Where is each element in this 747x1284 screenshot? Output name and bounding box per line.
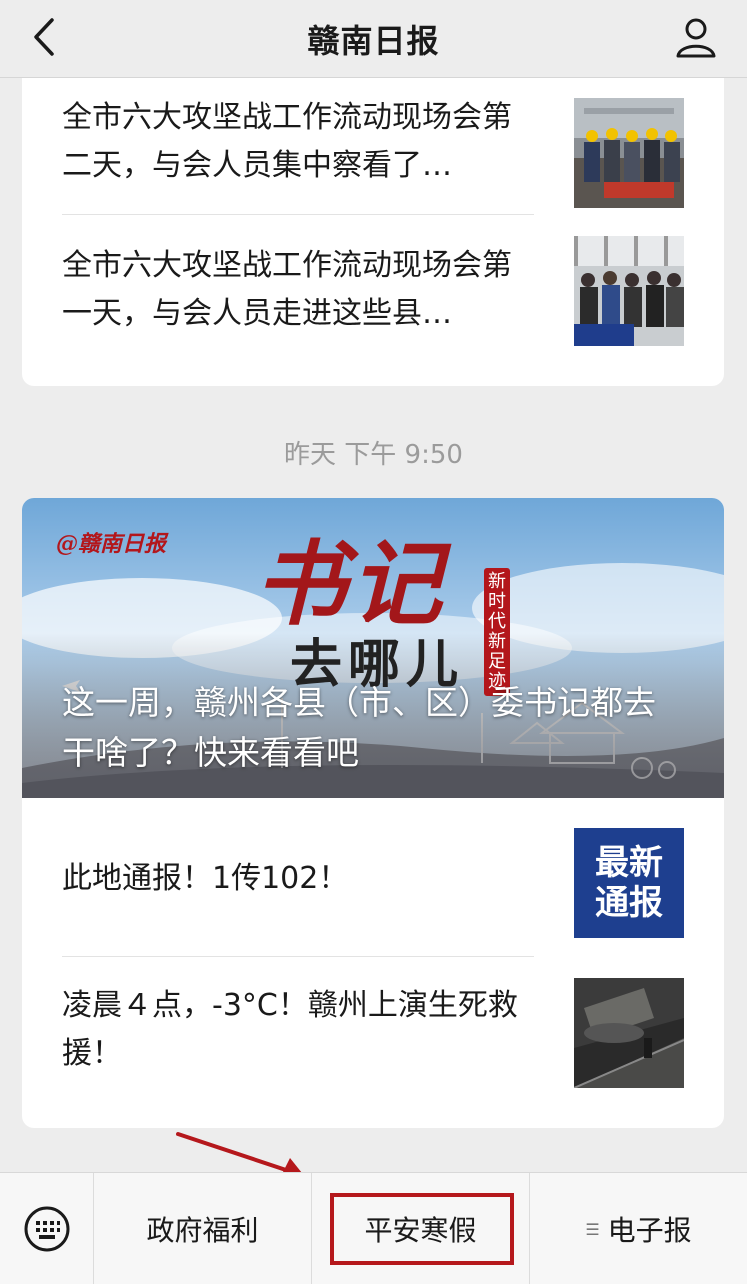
- top-nav-bar: 赣南日报: [0, 0, 747, 78]
- menu-item-government-welfare[interactable]: 政府福利: [94, 1173, 312, 1284]
- article-title: 全市六大攻坚战工作流动现场会第一天，与会人员走进这些县…: [62, 248, 512, 331]
- article-title: 凌晨４点，-3°C！赣州上演生死救援！: [62, 988, 518, 1071]
- article-thumbnail: [574, 236, 684, 346]
- article-title: 此地通报！1传102！: [62, 861, 349, 896]
- menu-item-e-newspaper[interactable]: ☰ 电子报: [530, 1173, 747, 1284]
- banner-headline: 这一周，赣州各县（市、区）委书记都去干啥了？快来看看吧: [62, 683, 656, 772]
- brand-logo: @赣南日报: [56, 531, 167, 557]
- article-thumbnail: 最新通报: [574, 828, 684, 938]
- page-title: 赣南日报: [307, 21, 440, 60]
- article-item[interactable]: 凌晨４点，-3°C！赣州上演生死救援！: [62, 970, 684, 1100]
- news-card-1: 全市六大攻坚战工作流动现场会第二天，与会人员集中察看了… 全市六大攻坚战工作流动…: [22, 78, 724, 386]
- back-icon[interactable]: [22, 14, 66, 60]
- banner-art-tag: 新时代新足迹: [484, 568, 510, 696]
- submenu-icon: ☰: [585, 1219, 600, 1239]
- profile-icon[interactable]: [671, 12, 721, 62]
- article-thumbnail: [574, 978, 684, 1088]
- keyboard-icon: [24, 1206, 69, 1252]
- menu-item-label: 政府福利: [146, 1214, 259, 1247]
- article-item[interactable]: 全市六大攻坚战工作流动现场会第一天，与会人员走进这些县…: [62, 230, 684, 360]
- divider: [62, 956, 534, 957]
- thumbnail-caption: 最新通报: [595, 843, 663, 923]
- news-card-2: @赣南日报 书记 去哪儿 新时代新足迹 这一周，赣州各县（市、区）委书记都去干啥…: [22, 498, 724, 1128]
- menu-item-label: 电子报: [607, 1214, 692, 1247]
- highlight-annotation: [330, 1193, 514, 1265]
- banner-article[interactable]: @赣南日报 书记 去哪儿 新时代新足迹 这一周，赣州各县（市、区）委书记都去干啥…: [22, 498, 724, 798]
- article-item[interactable]: 全市六大攻坚战工作流动现场会第二天，与会人员集中察看了…: [62, 90, 684, 210]
- article-item[interactable]: 此地通报！1传102！ 最新通报: [62, 818, 684, 938]
- article-thumbnail: [574, 98, 684, 208]
- article-title: 全市六大攻坚战工作流动现场会第二天，与会人员集中察看了…: [62, 100, 512, 183]
- divider: [62, 214, 534, 215]
- keyboard-toggle-button[interactable]: [0, 1173, 94, 1284]
- message-timestamp: 昨天 下午 9:50: [284, 440, 463, 470]
